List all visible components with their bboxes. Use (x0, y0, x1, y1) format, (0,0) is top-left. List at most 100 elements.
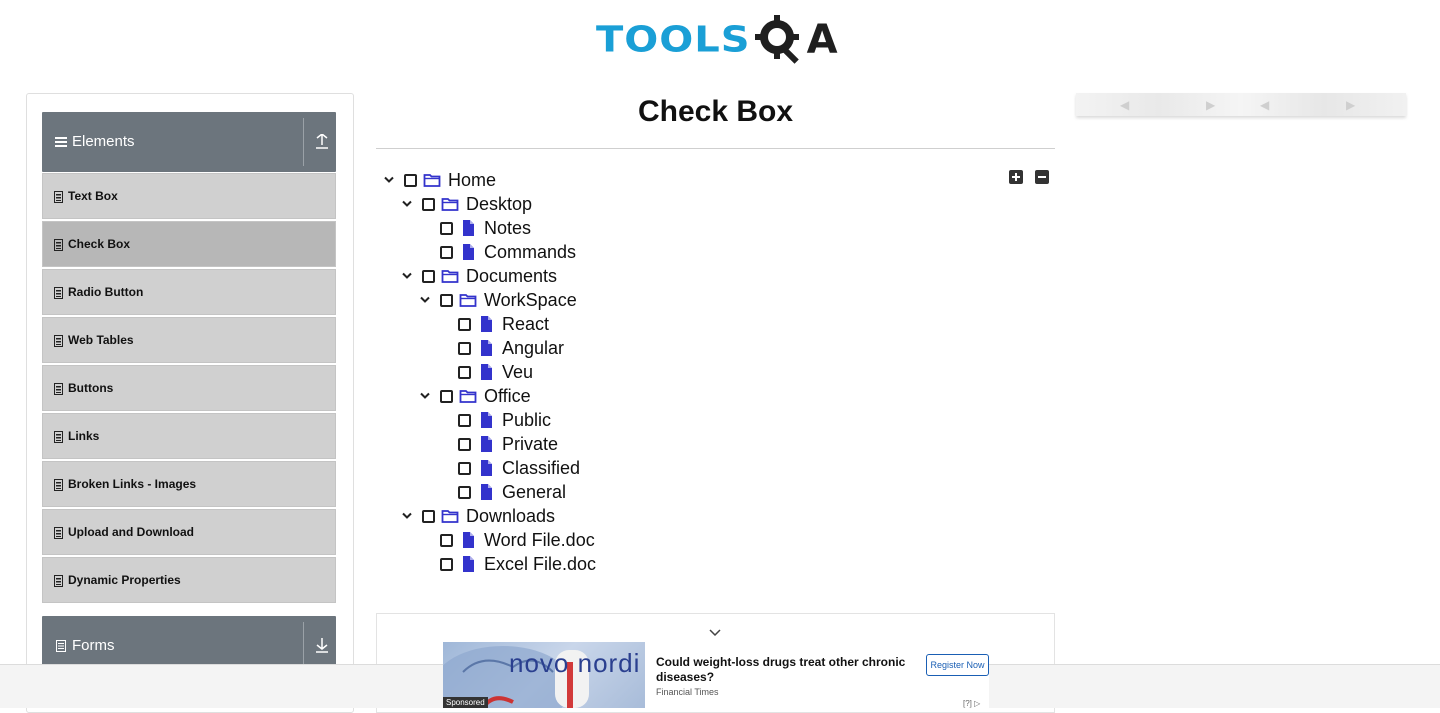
checkbox[interactable] (440, 293, 453, 307)
chevron-down-icon[interactable] (416, 384, 434, 408)
chevron-down-icon[interactable] (416, 288, 434, 312)
collapse-arrow-icon[interactable] (315, 134, 329, 150)
menu-item-web-tables[interactable]: Web Tables (42, 317, 336, 363)
menu-item-links[interactable]: Links (42, 413, 336, 459)
tree-node-public[interactable]: Public (452, 408, 551, 432)
expand-arrow-icon[interactable] (315, 638, 329, 654)
menu-item-check-box[interactable]: Check Box (42, 221, 336, 267)
register-now-button[interactable]: Register Now (926, 654, 989, 676)
checkbox[interactable] (440, 557, 453, 571)
file-icon (459, 555, 477, 573)
tree-node-documents[interactable]: Documents (398, 264, 557, 288)
tree-node-private[interactable]: Private (452, 432, 558, 456)
ad-headline[interactable]: Could weight-loss drugs treat other chro… (656, 655, 916, 685)
checkbox[interactable] (458, 437, 471, 451)
document-icon (56, 640, 66, 652)
menu-item-label: Radio Button (68, 285, 144, 299)
tree-node-desktop[interactable]: Desktop (398, 192, 532, 216)
divider (303, 622, 304, 670)
ad-choice-label: [?] (963, 699, 972, 708)
checkbox[interactable] (458, 341, 471, 355)
tree-node-label[interactable]: WorkSpace (484, 290, 577, 311)
menu-item-dynamic-properties[interactable]: Dynamic Properties (42, 557, 336, 603)
folder-icon (459, 387, 477, 405)
tree-node-office[interactable]: Office (416, 384, 531, 408)
group-label-elements: Elements (72, 133, 135, 150)
file-icon (477, 435, 495, 453)
toolsqa-logo[interactable]: TOOLS A (596, 12, 838, 68)
chevron-down-icon[interactable] (398, 192, 416, 216)
checkbox[interactable] (422, 197, 435, 211)
tree-node-notes[interactable]: Notes (434, 216, 531, 240)
ad-choices-icon[interactable]: [?] ▷ (963, 699, 980, 708)
menu-item-label: Web Tables (68, 333, 134, 347)
tree-node-veu[interactable]: Veu (452, 360, 533, 384)
tree-node-label[interactable]: Private (502, 434, 558, 455)
list-icon (54, 431, 63, 443)
menu-item-upload-download[interactable]: Upload and Download (42, 509, 336, 555)
tree-node-label[interactable]: Notes (484, 218, 531, 239)
menu-item-label: Buttons (68, 381, 114, 395)
checkbox[interactable] (458, 485, 471, 499)
menu-item-radio-button[interactable]: Radio Button (42, 269, 336, 315)
elements-menu: Text Box Check Box Radio Button Web Tabl… (42, 173, 336, 605)
site-header: TOOLS A (0, 0, 1440, 80)
group-header-elements[interactable]: Elements (42, 112, 336, 172)
checkbox[interactable] (440, 221, 453, 235)
tree-node-home[interactable]: Home (380, 168, 496, 192)
checkbox[interactable] (458, 413, 471, 427)
tree-node-label[interactable]: Excel File.doc (484, 554, 596, 575)
tree-node-word-file-doc[interactable]: Word File.doc (434, 528, 595, 552)
ad-image[interactable]: novo nordi Sponsored (443, 642, 645, 708)
tree-node-react[interactable]: React (452, 312, 549, 336)
checkbox[interactable] (458, 461, 471, 475)
tree-node-label[interactable]: General (502, 482, 566, 503)
play-left-icon: ◀ (1260, 98, 1270, 112)
tree-node-label[interactable]: Desktop (466, 194, 532, 215)
collapse-all-icon[interactable] (1035, 170, 1049, 184)
tree-node-label[interactable]: Downloads (466, 506, 555, 527)
menu-item-label: Links (68, 429, 100, 443)
file-icon (477, 363, 495, 381)
tree-node-label[interactable]: Office (484, 386, 531, 407)
menu-item-buttons[interactable]: Buttons (42, 365, 336, 411)
menu-item-broken-links[interactable]: Broken Links - Images (42, 461, 336, 507)
tree-node-label[interactable]: Public (502, 410, 551, 431)
tree-node-label[interactable]: Angular (502, 338, 564, 359)
tree-node-label[interactable]: Documents (466, 266, 557, 287)
chevron-down-icon[interactable] (398, 264, 416, 288)
checkbox[interactable] (422, 269, 435, 283)
tree-node-label[interactable]: React (502, 314, 549, 335)
ad-image-text: novo nordi (509, 648, 641, 678)
checkbox[interactable] (440, 533, 453, 547)
checkbox[interactable] (458, 365, 471, 379)
checkbox[interactable] (458, 317, 471, 331)
tree-node-angular[interactable]: Angular (452, 336, 564, 360)
tree-node-downloads[interactable]: Downloads (398, 504, 555, 528)
play-left-icon: ◀ (1120, 98, 1130, 112)
checkbox[interactable] (440, 245, 453, 259)
tree-node-general[interactable]: General (452, 480, 566, 504)
chevron-down-icon[interactable] (707, 628, 723, 638)
logo-suffix: A (806, 17, 838, 63)
checkbox[interactable] (404, 173, 417, 187)
checkbox[interactable] (422, 509, 435, 523)
expand-all-icon[interactable] (1009, 170, 1023, 184)
sponsored-ad[interactable]: novo nordi Sponsored Could weight-loss d… (443, 642, 989, 708)
tree-node-excel-file-doc[interactable]: Excel File.doc (434, 552, 596, 576)
tree-node-commands[interactable]: Commands (434, 240, 576, 264)
tree-node-label[interactable]: Commands (484, 242, 576, 263)
menu-icon (55, 137, 67, 147)
checkbox[interactable] (440, 389, 453, 403)
tree-node-label[interactable]: Classified (502, 458, 580, 479)
tree-node-label[interactable]: Home (448, 170, 496, 191)
tree-node-label[interactable]: Veu (502, 362, 533, 383)
tree-node-label[interactable]: Word File.doc (484, 530, 595, 551)
menu-item-text-box[interactable]: Text Box (42, 173, 336, 219)
side-ad-banner[interactable]: ◀ ▶ ◀ ▶ (1076, 93, 1406, 116)
chevron-down-icon[interactable] (380, 168, 398, 192)
tree-node-workspace[interactable]: WorkSpace (416, 288, 577, 312)
tree-node-classified[interactable]: Classified (452, 456, 580, 480)
file-icon (459, 219, 477, 237)
chevron-down-icon[interactable] (398, 504, 416, 528)
